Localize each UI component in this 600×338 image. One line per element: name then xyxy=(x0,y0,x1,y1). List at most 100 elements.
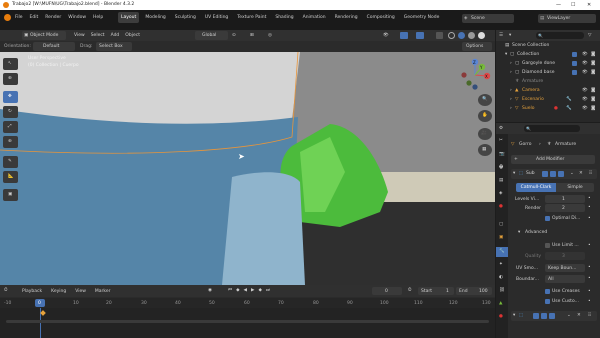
menu-render[interactable]: Render xyxy=(45,15,61,20)
tool-annotate[interactable]: ✎ xyxy=(3,156,18,168)
include-checkbox[interactable] xyxy=(572,61,577,66)
render-toggle-icon[interactable] xyxy=(558,171,564,177)
use-custom-normals-dot-icon[interactable]: • xyxy=(588,299,591,304)
outliner-row-collection[interactable]: ▾ ▢ Collection 👁 ◙ xyxy=(496,51,600,59)
boundary-smooth-dot-icon[interactable]: • xyxy=(588,276,591,281)
ortho-toggle-button[interactable]: ▦ xyxy=(478,144,492,156)
tool-tab-icon[interactable]: ✂ xyxy=(499,138,503,143)
render-tab-icon[interactable]: 📷 xyxy=(499,152,505,157)
modifier-name[interactable]: Sub xyxy=(526,171,535,176)
uv-smooth-dropdown[interactable]: Keep Boun... xyxy=(545,264,585,272)
dropdown-icon[interactable]: ⌄ xyxy=(570,171,574,176)
auto-keying-icon[interactable]: ◉ xyxy=(208,288,212,293)
filter-icon[interactable]: ▽ xyxy=(588,33,591,38)
drag-dropdown[interactable]: Select Box xyxy=(96,42,132,51)
keyframe-marker[interactable] xyxy=(40,310,46,316)
playhead[interactable]: 0 xyxy=(35,299,45,307)
menu-help[interactable]: Help xyxy=(93,15,103,20)
play-icon[interactable]: ▶ xyxy=(251,288,254,293)
drag-handle-icon[interactable]: ⠿ xyxy=(588,313,591,318)
current-frame-field[interactable]: 0 xyxy=(372,287,402,295)
camera-toggle-icon[interactable]: ◙ xyxy=(591,97,595,102)
data-tab-icon[interactable]: ▲ xyxy=(499,301,502,306)
visibility-icon[interactable]: 👁 xyxy=(383,33,389,38)
viewport-toggle-icon[interactable] xyxy=(541,313,547,319)
xray-toggle-icon[interactable] xyxy=(436,32,443,39)
tab-modeling[interactable]: Modeling xyxy=(142,12,168,23)
menu-timeline-view[interactable]: View xyxy=(75,289,86,294)
outliner-row-escenario[interactable]: › ▽ Escenario 🔧 👁 ◙ xyxy=(496,96,600,104)
eye-icon[interactable]: 👁 xyxy=(582,70,588,75)
maximize-button[interactable]: ☐ xyxy=(571,2,575,8)
camera-toggle-icon[interactable]: ◙ xyxy=(591,88,595,93)
tab-compositing[interactable]: Compositing xyxy=(364,12,398,23)
quality-field[interactable]: 3 xyxy=(545,252,585,260)
frame-ruler[interactable]: -10 10 20 30 40 50 60 70 80 90 100 110 1… xyxy=(0,298,495,308)
levels-viewport-dot-icon[interactable]: • xyxy=(588,196,591,201)
advanced-subpanel-header[interactable]: ▾ Advanced xyxy=(516,228,596,237)
modifier-panel-header[interactable]: ▾ ⬚ Sub ⌄ ✕ ⠿ xyxy=(511,169,597,179)
use-custom-normals-checkbox[interactable] xyxy=(545,299,550,304)
jump-end-icon[interactable]: ⏭ xyxy=(266,288,270,293)
view-layer-tab-icon[interactable]: ▤ xyxy=(499,178,503,183)
output-tab-icon[interactable]: 🖶 xyxy=(499,165,503,170)
properties-editor-icon[interactable]: ⚙ xyxy=(499,126,503,131)
scene-selector[interactable]: ◈ Scene xyxy=(462,14,514,23)
next-key-icon[interactable]: ◆ xyxy=(258,288,261,293)
clock-icon[interactable]: ⏲ xyxy=(408,288,412,293)
prev-key-icon[interactable]: ◆ xyxy=(236,288,239,293)
uv-smooth-dot-icon[interactable]: • xyxy=(588,265,591,270)
pivot-icon[interactable]: ⊙ xyxy=(232,33,236,38)
display-mode-icon[interactable]: ▾ xyxy=(509,33,511,38)
close-button[interactable]: ✕ xyxy=(587,2,591,8)
edit-mode-toggle-icon[interactable] xyxy=(542,171,548,177)
timeline-scrollbar[interactable] xyxy=(6,320,489,323)
tool-cursor[interactable]: ⊕ xyxy=(3,73,18,85)
collection-tab-icon[interactable]: ▢ xyxy=(499,222,503,227)
outliner-row-suelo[interactable]: › ▽ Suelo ● 🔧 👁 ◙ xyxy=(496,105,600,113)
eye-icon[interactable]: 👁 xyxy=(582,52,588,57)
tool-rotate[interactable]: ↻ xyxy=(3,106,18,118)
remove-modifier-icon[interactable]: ✕ xyxy=(579,171,583,176)
zoom-button[interactable]: 🔍 xyxy=(478,94,492,106)
camera-toggle-icon[interactable]: ◙ xyxy=(591,61,595,66)
menu-add[interactable]: Add xyxy=(111,33,120,38)
outliner-row-gargoyle[interactable]: › ▢ Gargoyle done 👁 ◙ xyxy=(496,60,600,68)
pan-button[interactable]: ✋ xyxy=(478,110,492,122)
particles-tab-icon[interactable]: ✦ xyxy=(499,262,503,267)
tool-scale[interactable]: ⤢ xyxy=(3,121,18,133)
orientation-dropdown[interactable]: Default xyxy=(33,42,75,51)
tool-transform[interactable]: ⊛ xyxy=(3,136,18,148)
tool-add-cube[interactable]: ▣ xyxy=(3,189,18,201)
render-levels-dot-icon[interactable]: • xyxy=(588,205,591,210)
scene-collection-row[interactable]: ▤ Scene Collection xyxy=(496,42,600,50)
catmull-clark-option[interactable]: Catmull-Clark xyxy=(516,183,556,192)
simple-option[interactable]: Simple xyxy=(556,183,594,192)
play-reverse-icon[interactable]: ◀ xyxy=(244,288,247,293)
menu-file[interactable]: File xyxy=(15,15,23,20)
menu-keying[interactable]: Keying xyxy=(51,289,66,294)
optimal-display-checkbox[interactable] xyxy=(545,216,550,221)
include-checkbox[interactable] xyxy=(572,70,577,75)
mode-selector[interactable]: ▣ Object Mode xyxy=(22,31,66,40)
jump-start-icon[interactable]: ⏮ xyxy=(228,288,232,293)
tab-uv-editing[interactable]: UV Editing xyxy=(202,12,231,23)
include-checkbox[interactable] xyxy=(572,52,577,57)
tab-rendering[interactable]: Rendering xyxy=(332,12,361,23)
menu-marker[interactable]: Marker xyxy=(95,289,111,294)
edit-mode-toggle-icon[interactable] xyxy=(533,313,539,319)
tab-shading[interactable]: Shading xyxy=(272,12,296,23)
material-tab-icon[interactable]: ● xyxy=(499,314,503,319)
properties-search[interactable]: 🔍 xyxy=(524,125,580,132)
blender-menu-icon[interactable] xyxy=(4,14,11,21)
modifier-tab[interactable]: 🔧 xyxy=(496,247,508,257)
eye-icon[interactable]: 👁 xyxy=(582,88,588,93)
frame-range-area[interactable] xyxy=(0,308,495,338)
menu-select[interactable]: Select xyxy=(91,33,105,38)
levels-viewport-field[interactable]: 1 xyxy=(545,195,585,203)
dropdown-icon[interactable]: ⌄ xyxy=(567,313,571,318)
end-frame-field[interactable]: End 100 xyxy=(456,287,492,295)
use-limit-dot-icon[interactable]: • xyxy=(588,243,591,248)
use-creases-checkbox[interactable] xyxy=(545,289,550,294)
minimize-button[interactable]: — xyxy=(556,2,561,8)
